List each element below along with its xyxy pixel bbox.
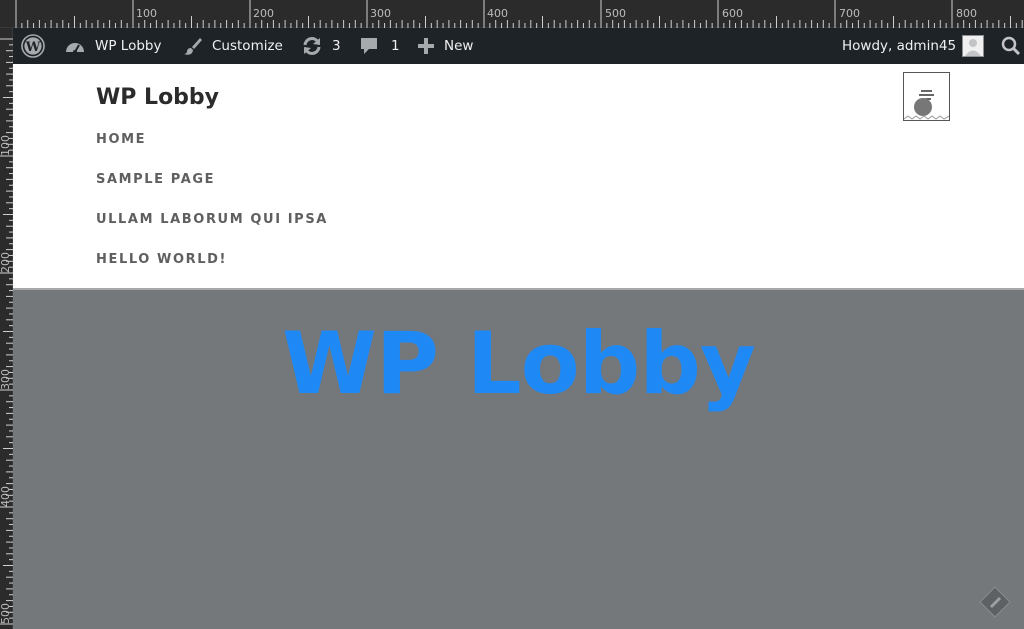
ruler-label: 200 [253, 7, 274, 20]
comments-link[interactable]: 1 [359, 28, 400, 64]
broken-image-icon [903, 90, 950, 120]
nav-item-home[interactable]: Home [96, 132, 146, 147]
header-image[interactable] [903, 72, 950, 121]
account-menu[interactable]: Howdy, admin45 [842, 28, 985, 64]
nav-item-sample-page[interactable]: Sample Page [96, 172, 215, 187]
ruler-label: 700 [839, 7, 860, 20]
nav-item-ullam-laborum[interactable]: Ullam laborum qui ipsa [96, 212, 328, 227]
new-content-menu[interactable]: New [417, 28, 473, 64]
avatar [962, 35, 985, 57]
wordpress-logo-button[interactable]: W [21, 28, 45, 64]
nav-item-hello-world[interactable]: Hello world! [96, 252, 227, 267]
ruler-label: 600 [722, 7, 743, 20]
paintbrush-icon [184, 38, 202, 55]
ruler-label: 300 [0, 369, 12, 390]
new-label: New [444, 38, 474, 54]
plus-icon [418, 38, 434, 54]
customize-link[interactable]: Customize [183, 28, 283, 64]
greeting-label: Howdy, admin45 [842, 38, 957, 54]
hero-section: WP Lobby [13, 290, 1024, 629]
horizontal-ruler-ticks: 100 200 300 400 500 600 700 800 [15, 0, 1023, 28]
admin-bar: W WP Lobby Customize 3 1 New Howdy, admi… [13, 28, 1024, 64]
customize-label: Customize [212, 38, 283, 54]
updates-count: 3 [332, 38, 341, 54]
site-title[interactable]: WP Lobby [96, 85, 219, 110]
vertical-ruler-ticks: 100 200 300 400 500 [0, 38, 13, 625]
ruler-label: 500 [0, 603, 12, 624]
ruler-label: 100 [136, 7, 157, 20]
search-icon [1001, 36, 1021, 56]
horizontal-ruler: 100 200 300 400 500 600 700 800 [0, 0, 1024, 28]
dashboard-icon [66, 43, 84, 54]
svg-text:W: W [25, 40, 41, 55]
hero-title: WP Lobby [282, 314, 756, 414]
wordpress-icon: W [21, 34, 45, 58]
update-icon [303, 37, 321, 55]
ruler-label: 800 [956, 7, 977, 20]
search-button[interactable] [1001, 28, 1021, 64]
site-name-label: WP Lobby [95, 38, 162, 54]
vertical-ruler: 100 200 300 400 500 [0, 28, 13, 629]
ruler-label: 400 [487, 7, 508, 20]
ruler-label: 200 [0, 252, 12, 273]
editor-badge-icon[interactable] [979, 586, 1011, 618]
ruler-label: 400 [0, 486, 12, 507]
updates-link[interactable]: 3 [301, 28, 341, 64]
site-name-menu[interactable]: WP Lobby [64, 28, 161, 64]
ruler-label: 300 [370, 7, 391, 20]
comments-count: 1 [391, 38, 400, 54]
ruler-label: 500 [605, 7, 626, 20]
site-header: WP Lobby Home Sample Page Ullam laborum … [13, 64, 1024, 290]
comment-icon [361, 38, 377, 54]
ruler-label: 100 [0, 135, 12, 156]
